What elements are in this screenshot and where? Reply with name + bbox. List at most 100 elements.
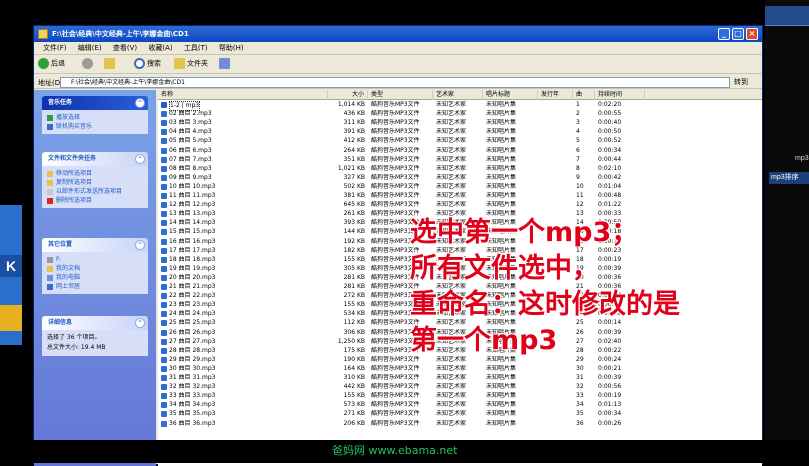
search-button[interactable]: 搜索 xyxy=(134,58,161,72)
forward-button[interactable] xyxy=(82,58,95,72)
back-button[interactable]: 后退 xyxy=(38,58,65,72)
close-button[interactable]: × xyxy=(746,28,758,40)
delete-items-link[interactable]: 删除所选项目 xyxy=(47,196,143,205)
file-track: 3 xyxy=(576,119,580,127)
file-row[interactable]: 32 曲目 32.mp3 442 KB 酷狗音乐MP3文件 未知艺术家 未知唱片集 32 0… xyxy=(158,383,762,391)
window-title: F:\社会\经典\中文经典-上午\李娜金曲\CD1 xyxy=(52,30,189,38)
col-name[interactable]: 名称 xyxy=(158,90,328,100)
collapse-icon[interactable]: ^ xyxy=(135,318,145,328)
collapse-icon[interactable]: ^ xyxy=(135,240,145,250)
minimize-button[interactable]: _ xyxy=(718,28,730,40)
buy-music-link[interactable]: 联机购买音乐 xyxy=(47,122,143,131)
file-album: 未知唱片集 xyxy=(486,164,517,172)
menu-favorites[interactable]: 收藏(A) xyxy=(148,43,172,53)
col-duration[interactable]: 持续时间 xyxy=(595,90,645,100)
address-input[interactable]: F:\社会\经典\中文经典-上午\李娜金曲\CD1 xyxy=(60,77,730,88)
file-duration: 0:01:22 xyxy=(598,201,622,209)
file-tasks-header[interactable]: 文件和文件夹任务 ^ xyxy=(42,152,148,166)
mp3-file-icon xyxy=(161,329,167,336)
file-size: 327 KB xyxy=(343,173,365,181)
file-row[interactable]: 33 曲目 33.mp3 155 KB 酷狗音乐MP3文件 未知艺术家 未知唱片集 33 0… xyxy=(158,392,762,400)
file-row[interactable]: 02 曲目 2.mp3 436 KB 酷狗音乐MP3文件 未知艺术家 未知唱片集 2 0:0… xyxy=(158,110,762,118)
file-size: 502 KB xyxy=(343,182,365,190)
mp3-file-icon xyxy=(161,302,167,309)
other-places-header[interactable]: 其它位置 ^ xyxy=(42,238,148,252)
menu-tools[interactable]: 工具(T) xyxy=(184,43,208,53)
file-row[interactable]: 08 曲目 8.mp3 1,021 KB 酷狗音乐MP3文件 未知艺术家 未知唱片集 8 0… xyxy=(158,165,762,173)
mp3-file-icon xyxy=(161,411,167,418)
title-bar[interactable]: F:\社会\经典\中文经典-上午\李娜金曲\CD1 _ □ × xyxy=(34,26,762,42)
file-album: 未知唱片集 xyxy=(486,146,517,154)
go-button[interactable]: 转到 xyxy=(734,77,748,87)
col-year[interactable]: 发行年 xyxy=(538,90,573,100)
col-album[interactable]: 唱片标题 xyxy=(483,90,538,100)
file-name: 26 曲目 26.mp3 xyxy=(169,328,216,336)
file-name: 36 曲目 36.mp3 xyxy=(169,419,216,427)
file-row[interactable]: 04 曲目 4.mp3 391 KB 酷狗音乐MP3文件 未知艺术家 未知唱片集 4 0:0… xyxy=(158,128,762,136)
col-artist[interactable]: 艺术家 xyxy=(433,90,483,100)
email-items-link[interactable]: 以邮件形式发送所选项目 xyxy=(47,187,143,196)
file-size: 206 KB xyxy=(343,419,365,427)
network-places-link[interactable]: 网上邻居 xyxy=(47,282,143,291)
file-duration: 0:02:10 xyxy=(598,164,622,172)
file-row[interactable]: 05 曲目 5.mp3 412 KB 酷狗音乐MP3文件 未知艺术家 未知唱片集 5 0:0… xyxy=(158,137,762,145)
file-row[interactable]: 1-2 | mp3 1,014 KB 酷狗音乐MP3文件 未知艺术家 未知唱片集 1 0:0… xyxy=(158,101,762,111)
collapse-icon[interactable]: ^ xyxy=(135,98,145,108)
file-artist: 未知艺术家 xyxy=(436,401,467,409)
drive-f-link[interactable]: F: xyxy=(47,255,143,264)
menu-edit[interactable]: 编辑(E) xyxy=(78,43,102,53)
search-label: 搜索 xyxy=(147,59,161,68)
file-size: 645 KB xyxy=(343,201,365,209)
move-icon xyxy=(47,171,53,177)
copy-items-link[interactable]: 复制所选项目 xyxy=(47,178,143,187)
folders-label: 文件夹 xyxy=(187,59,208,68)
music-tasks-header[interactable]: 音乐任务 ^ xyxy=(42,96,148,110)
mp3-file-icon xyxy=(161,402,167,409)
my-computer-link[interactable]: 我的电脑 xyxy=(47,273,143,282)
other-places-title: 其它位置 xyxy=(48,241,73,248)
file-album: 未知唱片集 xyxy=(486,374,517,381)
details-header[interactable]: 详细信息 ^ xyxy=(42,316,148,330)
back-label: 后退 xyxy=(51,59,65,68)
col-size[interactable]: 大小 xyxy=(328,90,368,100)
file-type: 酷狗音乐MP3文件 xyxy=(371,192,420,199)
file-row[interactable]: 36 曲目 36.mp3 206 KB 酷狗音乐MP3文件 未知艺术家 未知唱片集 36 0… xyxy=(158,420,762,428)
col-track[interactable]: 曲 xyxy=(573,90,595,100)
file-row[interactable]: 12 曲目 12.mp3 645 KB 酷狗音乐MP3文件 未知艺术家 未知唱片集 12 0… xyxy=(158,201,762,209)
file-row[interactable]: 03 曲目 3.mp3 311 KB 酷狗音乐MP3文件 未知艺术家 未知唱片集 3 0:0… xyxy=(158,119,762,127)
collapse-icon[interactable]: ^ xyxy=(135,154,145,164)
maximize-button[interactable]: □ xyxy=(732,28,744,40)
play-selection-link[interactable]: 播放选择 xyxy=(47,113,143,122)
menu-file[interactable]: 文件(F) xyxy=(43,43,67,53)
file-duration: 0:00:42 xyxy=(598,173,622,181)
col-type[interactable]: 类型 xyxy=(368,90,433,100)
file-row[interactable]: 34 曲目 34.mp3 573 KB 酷狗音乐MP3文件 未知艺术家 未知唱片集 34 0… xyxy=(158,401,762,409)
file-size: 155 KB xyxy=(343,255,365,263)
file-artist: 未知艺术家 xyxy=(436,383,467,391)
file-row[interactable]: 35 曲目 35.mp3 271 KB 酷狗音乐MP3文件 未知艺术家 未知唱片集 35 0… xyxy=(158,410,762,418)
file-row[interactable]: 06 曲目 6.mp3 264 KB 酷狗音乐MP3文件 未知艺术家 未知唱片集 6 0:0… xyxy=(158,147,762,155)
mp3-file-icon xyxy=(161,347,167,354)
move-items-link[interactable]: 移动所选项目 xyxy=(47,169,143,178)
menu-help[interactable]: 帮助(H) xyxy=(219,43,244,53)
folders-button[interactable]: 文件夹 xyxy=(174,58,208,72)
file-size: 271 KB xyxy=(343,410,365,418)
menu-view[interactable]: 查看(V) xyxy=(113,43,137,53)
file-row[interactable]: 10 曲目 10.mp3 502 KB 酷狗音乐MP3文件 未知艺术家 未知唱片集 10 0… xyxy=(158,183,762,191)
file-name: 19 曲目 19.mp3 xyxy=(169,264,216,272)
file-track: 33 xyxy=(576,392,584,400)
other-places-panel: 其它位置 ^ F: 我的文档 我的电脑 网上邻居 xyxy=(42,238,148,294)
my-documents-link[interactable]: 我的文档 xyxy=(47,264,143,273)
file-row[interactable]: 31 曲目 31.mp3 310 KB 酷狗音乐MP3文件 未知艺术家 未知唱片集 31 0… xyxy=(158,374,762,382)
mp3-file-icon xyxy=(161,384,167,391)
file-track: 10 xyxy=(576,182,584,190)
file-album: 未知唱片集 xyxy=(486,119,517,127)
mp3-file-icon xyxy=(161,356,167,363)
right-label-mp3-sort[interactable]: mp3排序 xyxy=(769,172,809,184)
file-row[interactable]: 11 曲目 11.mp3 381 KB 酷狗音乐MP3文件 未知艺术家 未知唱片集 11 0… xyxy=(158,192,762,200)
mp3-file-icon xyxy=(161,129,167,136)
up-folder-button[interactable] xyxy=(104,58,117,72)
views-button[interactable] xyxy=(219,58,232,72)
file-row[interactable]: 09 曲目 9.mp3 327 KB 酷狗音乐MP3文件 未知艺术家 未知唱片集 9 0:0… xyxy=(158,174,762,182)
file-row[interactable]: 07 曲目 7.mp3 351 KB 酷狗音乐MP3文件 未知艺术家 未知唱片集 7 0:0… xyxy=(158,156,762,164)
